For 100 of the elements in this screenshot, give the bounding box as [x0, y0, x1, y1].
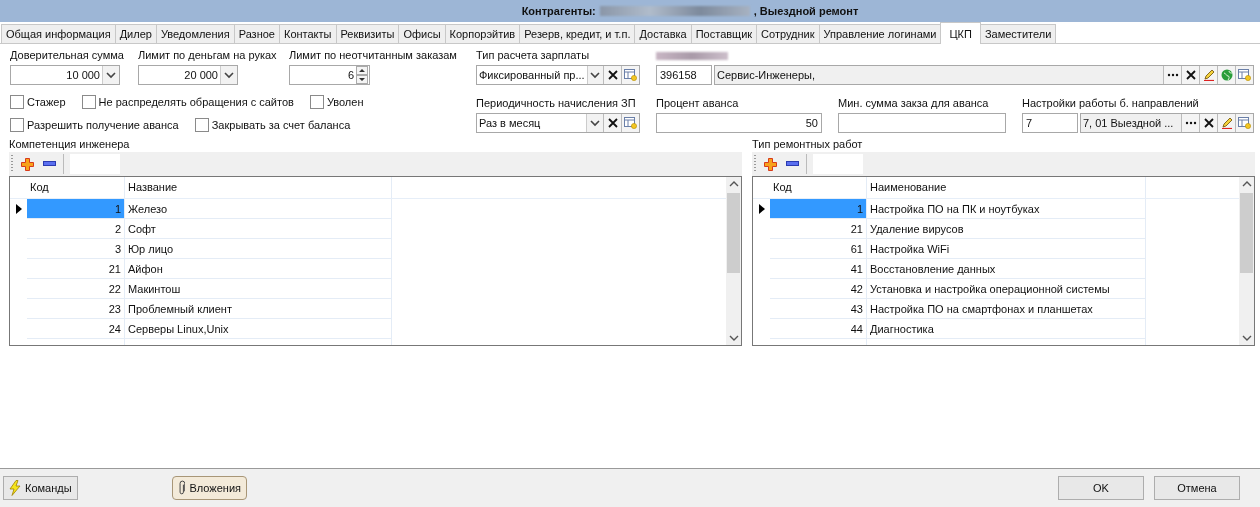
tab[interactable]: Поставщик	[690, 24, 758, 43]
lightning-icon	[9, 480, 21, 496]
table-cell[interactable]: Софт	[125, 219, 392, 239]
table-cell[interactable]: 42	[770, 279, 867, 299]
scrollbar[interactable]	[1239, 177, 1254, 345]
table-cell[interactable]: Проблемный клиент	[125, 299, 392, 319]
amount-dropdown[interactable]: 10 000	[10, 65, 120, 85]
clear-icon[interactable]	[1181, 66, 1199, 84]
globe-icon[interactable]	[1217, 66, 1235, 84]
checkbox[interactable]	[81, 95, 96, 109]
window-title-suffix: , Выездной ремонт	[753, 5, 859, 17]
tab[interactable]: Дилер	[114, 24, 157, 43]
direction-lookup[interactable]: 7, 01 Выездной ...	[1080, 113, 1254, 133]
pencil-icon[interactable]	[1199, 66, 1217, 84]
table-cell[interactable]: Установка и настройка операционной системы	[867, 279, 1146, 299]
row-pointer-icon	[758, 204, 765, 214]
table-icon[interactable]	[1235, 114, 1253, 132]
chevron-down-icon[interactable]	[586, 114, 603, 132]
tab[interactable]: Уведомления	[155, 24, 235, 43]
column-header[interactable]: Код	[770, 177, 867, 198]
min-advance-field[interactable]	[838, 113, 1006, 133]
chevron-down-icon[interactable]	[586, 66, 603, 84]
pay-period-dropdown[interactable]: Раз в месяц	[476, 113, 640, 133]
tab[interactable]: Заместители	[979, 24, 1057, 43]
tab[interactable]: Контакты	[279, 24, 337, 43]
table-cell[interactable]: 24	[27, 319, 125, 339]
number-spinner[interactable]: 6	[289, 65, 370, 85]
tab[interactable]: Корпорэйтив	[444, 24, 521, 43]
salary-type-dropdown[interactable]: Фиксированный пр...	[476, 65, 640, 85]
amount-dropdown[interactable]: 20 000	[138, 65, 238, 85]
table-cell[interactable]: 41	[770, 259, 867, 279]
checkbox[interactable]	[10, 95, 24, 109]
pencil-icon[interactable]	[1217, 114, 1235, 132]
table-cell[interactable]: 22	[27, 279, 125, 299]
scroll-up-icon[interactable]	[728, 180, 739, 187]
table-cell[interactable]: 61	[770, 239, 867, 259]
table-icon[interactable]	[1235, 66, 1253, 84]
table-cell[interactable]: 2	[27, 219, 125, 239]
column-header[interactable]: Название	[125, 177, 392, 198]
checkbox[interactable]	[194, 118, 209, 132]
table-cell[interactable]: Серверы Linux,Unix	[125, 319, 392, 339]
chevron-down-icon[interactable]	[102, 66, 119, 84]
more-icon[interactable]	[1181, 114, 1199, 132]
scroll-down-icon[interactable]	[1241, 335, 1252, 342]
table-cell[interactable]: Айфон	[125, 259, 392, 279]
commands-button[interactable]: Команды	[3, 476, 78, 500]
add-icon[interactable]	[19, 156, 35, 172]
table-cell[interactable]: Восстановление данных	[867, 259, 1146, 279]
section-title: Компетенция инженера	[9, 138, 131, 152]
table-cell[interactable]: Диагностика	[867, 319, 1146, 339]
table-cell[interactable]: Удаление вирусов	[867, 219, 1146, 239]
checkbox[interactable]	[309, 95, 324, 109]
clear-icon[interactable]	[1199, 114, 1217, 132]
table-cell[interactable]: Настройка ПО на ПК и ноутбуках	[867, 199, 1146, 219]
ok-button[interactable]: OK	[1058, 476, 1144, 500]
code-field[interactable]: 396158	[656, 65, 712, 85]
table-cell[interactable]: Настройка ПО на смартфонах и планшетах	[867, 299, 1146, 319]
tab[interactable]: Реквизиты	[335, 24, 400, 43]
tab[interactable]: ЦКП	[940, 22, 981, 44]
table-cell[interactable]: 21	[770, 219, 867, 239]
tab[interactable]: Разное	[233, 24, 280, 43]
table-cell[interactable]: 43	[770, 299, 867, 319]
table-cell[interactable]: Макинтош	[125, 279, 392, 299]
clear-icon[interactable]	[603, 114, 621, 132]
table-cell[interactable]: 23	[27, 299, 125, 319]
cancel-button[interactable]: Отмена	[1154, 476, 1240, 500]
checkbox[interactable]	[10, 118, 24, 132]
attachments-button[interactable]: Вложения	[172, 476, 247, 500]
table-cell[interactable]: 44	[770, 319, 867, 339]
tab[interactable]: Резерв, кредит, и т.п.	[519, 24, 636, 43]
tab[interactable]: Управление логинами	[818, 24, 942, 43]
scroll-down-icon[interactable]	[728, 335, 739, 342]
blurred-label	[656, 52, 728, 60]
chevron-down-icon[interactable]	[220, 66, 237, 84]
table-icon[interactable]	[621, 114, 639, 132]
scroll-up-icon[interactable]	[1241, 180, 1252, 187]
spin-arrows-icon[interactable]	[356, 66, 368, 84]
section-title: Тип ремонтных работ	[752, 138, 864, 152]
advance-percent-field[interactable]: 50	[656, 113, 822, 133]
tab[interactable]: Сотрудник	[756, 24, 820, 43]
table-cell[interactable]: 21	[27, 259, 125, 279]
column-header[interactable]: Код	[27, 177, 125, 198]
tab[interactable]: Офисы	[398, 24, 446, 43]
table-cell[interactable]: 1	[770, 199, 867, 219]
table-icon[interactable]	[621, 66, 639, 84]
table-cell[interactable]: 1	[27, 199, 125, 219]
table-cell[interactable]: 3	[27, 239, 125, 259]
more-icon[interactable]	[1163, 66, 1181, 84]
table-cell[interactable]: Юр лицо	[125, 239, 392, 259]
counterparty-lookup[interactable]: Сервис-Инженеры,	[714, 65, 1254, 85]
table-cell[interactable]: Железо	[125, 199, 392, 219]
table-cell[interactable]: Настройка WiFi	[867, 239, 1146, 259]
add-icon[interactable]	[762, 156, 778, 172]
scrollbar[interactable]	[726, 177, 741, 345]
clear-icon[interactable]	[603, 66, 621, 84]
field-label: Процент аванса	[656, 96, 739, 111]
code-field[interactable]: 7	[1022, 113, 1078, 133]
tab[interactable]: Доставка	[634, 24, 692, 43]
column-header[interactable]: Наименование	[867, 177, 1146, 198]
tab[interactable]: Общая информация	[1, 24, 116, 43]
